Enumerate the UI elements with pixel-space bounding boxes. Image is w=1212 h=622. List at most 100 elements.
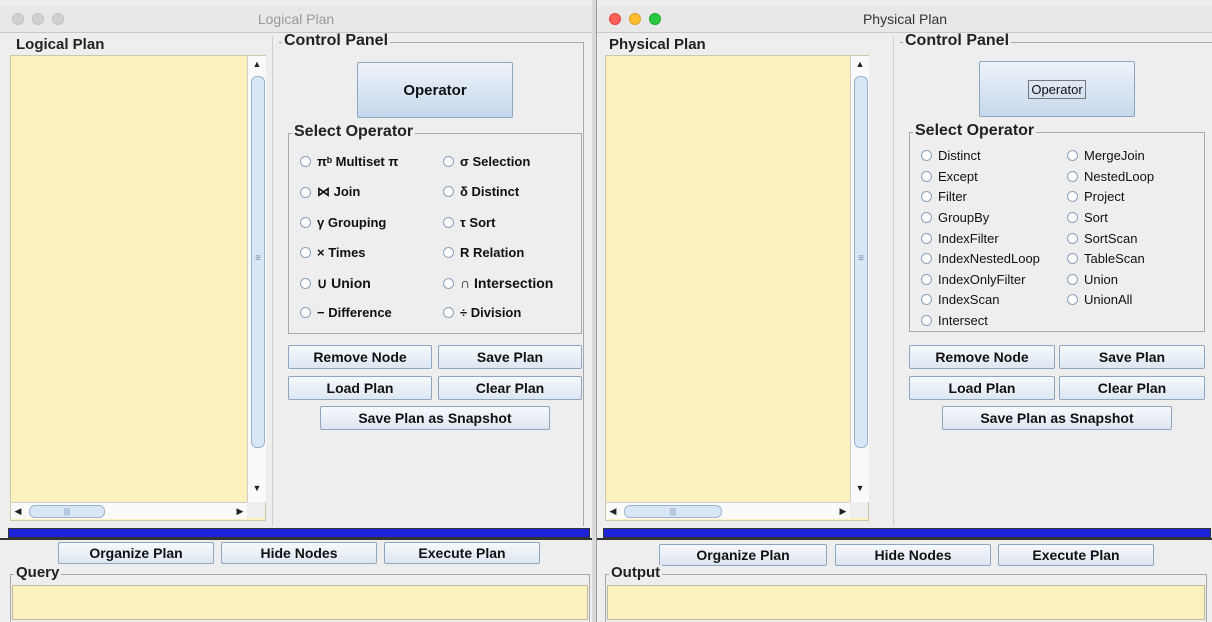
scroll-down-icon[interactable]: ▼	[851, 480, 869, 496]
radio-icon	[921, 171, 932, 182]
operator-radio-nestedloop[interactable]: NestedLoop	[1067, 169, 1154, 184]
operator-radio-sort[interactable]: Sort	[1067, 210, 1108, 225]
operator-radio-unionall[interactable]: UnionAll	[1067, 292, 1132, 307]
operator-radio-relation[interactable]: R Relation	[443, 245, 524, 260]
organize-plan-button[interactable]: Organize Plan	[58, 542, 214, 564]
scroll-thumb[interactable]: ≡	[854, 76, 868, 448]
save-snapshot-button[interactable]: Save Plan as Snapshot	[320, 406, 550, 430]
radio-icon	[1067, 253, 1078, 264]
operator-radio-distinct[interactable]: Distinct	[921, 148, 981, 163]
radio-icon	[300, 247, 311, 258]
plan-canvas[interactable]: ▲ ≡ ▼ ◀ ||| ▶	[605, 55, 869, 521]
operator-label: R Relation	[460, 245, 525, 260]
radio-icon	[300, 307, 311, 318]
operator-label: IndexScan	[938, 292, 1000, 307]
scroll-left-icon[interactable]: ◀	[11, 503, 25, 519]
divider	[272, 36, 273, 526]
operator-radio-times[interactable]: × Times	[300, 245, 366, 260]
operator-radio-mergejoin[interactable]: MergeJoin	[1067, 148, 1145, 163]
remove-node-button[interactable]: Remove Node	[288, 345, 432, 369]
operator-radio-grouping[interactable]: γ Grouping	[300, 215, 386, 230]
operator-radio-sort[interactable]: τ Sort	[443, 215, 495, 230]
radio-icon	[1067, 274, 1078, 285]
operator-radio-filter[interactable]: Filter	[921, 189, 967, 204]
load-plan-button[interactable]: Load Plan	[288, 376, 432, 400]
operator-label: Distinct	[938, 148, 981, 163]
operator-radio-union[interactable]: ∪ Union	[300, 275, 371, 292]
operator-radio-indexonlyfilter[interactable]: IndexOnlyFilter	[921, 272, 1025, 287]
operator-radio-difference[interactable]: − Difference	[300, 305, 392, 320]
clear-plan-button[interactable]: Clear Plan	[1059, 376, 1205, 400]
operator-radio-indexnestedloop[interactable]: IndexNestedLoop	[921, 251, 1063, 266]
operator-radio-indexfilter[interactable]: IndexFilter	[921, 231, 999, 246]
organize-plan-button[interactable]: Organize Plan	[659, 544, 827, 566]
query-input[interactable]	[12, 585, 588, 620]
grip-icon: |||	[669, 507, 677, 516]
load-plan-button[interactable]: Load Plan	[909, 376, 1055, 400]
title-bar: Logical Plan	[0, 6, 592, 33]
operator-radio-intersection[interactable]: ∩ Intersection	[443, 275, 553, 291]
vertical-scrollbar[interactable]: ▲ ≡ ▼	[247, 56, 266, 502]
save-plan-button[interactable]: Save Plan	[1059, 345, 1205, 369]
window-title: Physical Plan	[862, 11, 948, 27]
scroll-right-icon[interactable]: ▶	[233, 503, 247, 519]
operator-label: IndexFilter	[938, 231, 999, 246]
output-field[interactable]	[607, 585, 1205, 620]
operator-label: ∪ Union	[317, 275, 371, 291]
scroll-left-icon[interactable]: ◀	[606, 503, 620, 519]
save-plan-button[interactable]: Save Plan	[438, 345, 582, 369]
scroll-thumb[interactable]: |||	[624, 505, 722, 518]
horizontal-scrollbar[interactable]: ◀ ||| ▶	[606, 502, 850, 519]
radio-icon	[921, 191, 932, 202]
radio-icon	[1067, 150, 1078, 161]
execute-plan-button[interactable]: Execute Plan	[384, 542, 540, 564]
select-operator-title: Select Operator	[292, 123, 416, 140]
scroll-thumb[interactable]: ≡	[251, 76, 265, 448]
operator-label: δ Distinct	[460, 184, 520, 199]
progress-bar	[603, 528, 1211, 538]
vertical-scrollbar[interactable]: ▲ ≡ ▼	[850, 56, 869, 502]
hide-nodes-button[interactable]: Hide Nodes	[221, 542, 377, 564]
plan-panel-title: Physical Plan	[609, 36, 706, 53]
radio-icon	[921, 212, 932, 223]
operator-radio-distinct[interactable]: δ Distinct	[443, 184, 519, 199]
scroll-up-icon[interactable]: ▲	[851, 56, 869, 72]
scroll-down-icon[interactable]: ▼	[248, 480, 266, 496]
operator-radio-join[interactable]: ⋈ Join	[300, 184, 360, 200]
radio-icon	[1067, 212, 1078, 223]
hide-nodes-button[interactable]: Hide Nodes	[835, 544, 991, 566]
save-snapshot-button[interactable]: Save Plan as Snapshot	[942, 406, 1172, 430]
execute-plan-button[interactable]: Execute Plan	[998, 544, 1154, 566]
scroll-thumb[interactable]: |||	[29, 505, 105, 518]
operator-label: γ Grouping	[317, 215, 387, 230]
scroll-corner	[247, 502, 265, 518]
operator-radio-multiset[interactable]: πᵇ Multiset π	[300, 154, 398, 169]
operator-button[interactable]: Operator	[357, 62, 513, 118]
radio-icon	[443, 247, 454, 258]
operator-radio-intersect[interactable]: Intersect	[921, 313, 988, 328]
operator-radio-selection[interactable]: σ Selection	[443, 154, 530, 169]
operator-label: IndexNestedLoop	[938, 251, 1040, 266]
scroll-right-icon[interactable]: ▶	[836, 503, 850, 519]
radio-icon	[443, 156, 454, 167]
operator-button[interactable]: Operator	[979, 61, 1135, 117]
control-panel-title: Control Panel	[903, 32, 1012, 49]
horizontal-scrollbar[interactable]: ◀ ||| ▶	[11, 502, 247, 519]
operator-radio-sortscan[interactable]: SortScan	[1067, 231, 1137, 246]
operator-radio-division[interactable]: ÷ Division	[443, 305, 521, 320]
grip-icon: ≡	[255, 253, 261, 264]
operator-radio-union[interactable]: Union	[1067, 272, 1118, 287]
remove-node-button[interactable]: Remove Node	[909, 345, 1055, 369]
radio-icon	[1067, 171, 1078, 182]
plan-canvas[interactable]: ▲ ≡ ▼ ◀ ||| ▶	[10, 55, 266, 521]
physical-plan-window: Physical Plan Physical Plan ▲ ≡ ▼ ◀ ||| …	[596, 0, 1212, 622]
operator-radio-indexscan[interactable]: IndexScan	[921, 292, 999, 307]
clear-plan-button[interactable]: Clear Plan	[438, 376, 582, 400]
operator-radio-groupby[interactable]: GroupBy	[921, 210, 989, 225]
operator-label: πᵇ Multiset π	[317, 154, 399, 169]
operator-radio-project[interactable]: Project	[1067, 189, 1124, 204]
radio-icon	[443, 186, 454, 197]
operator-radio-tablescan[interactable]: TableScan	[1067, 251, 1145, 266]
operator-radio-except[interactable]: Except	[921, 169, 978, 184]
scroll-up-icon[interactable]: ▲	[248, 56, 266, 72]
